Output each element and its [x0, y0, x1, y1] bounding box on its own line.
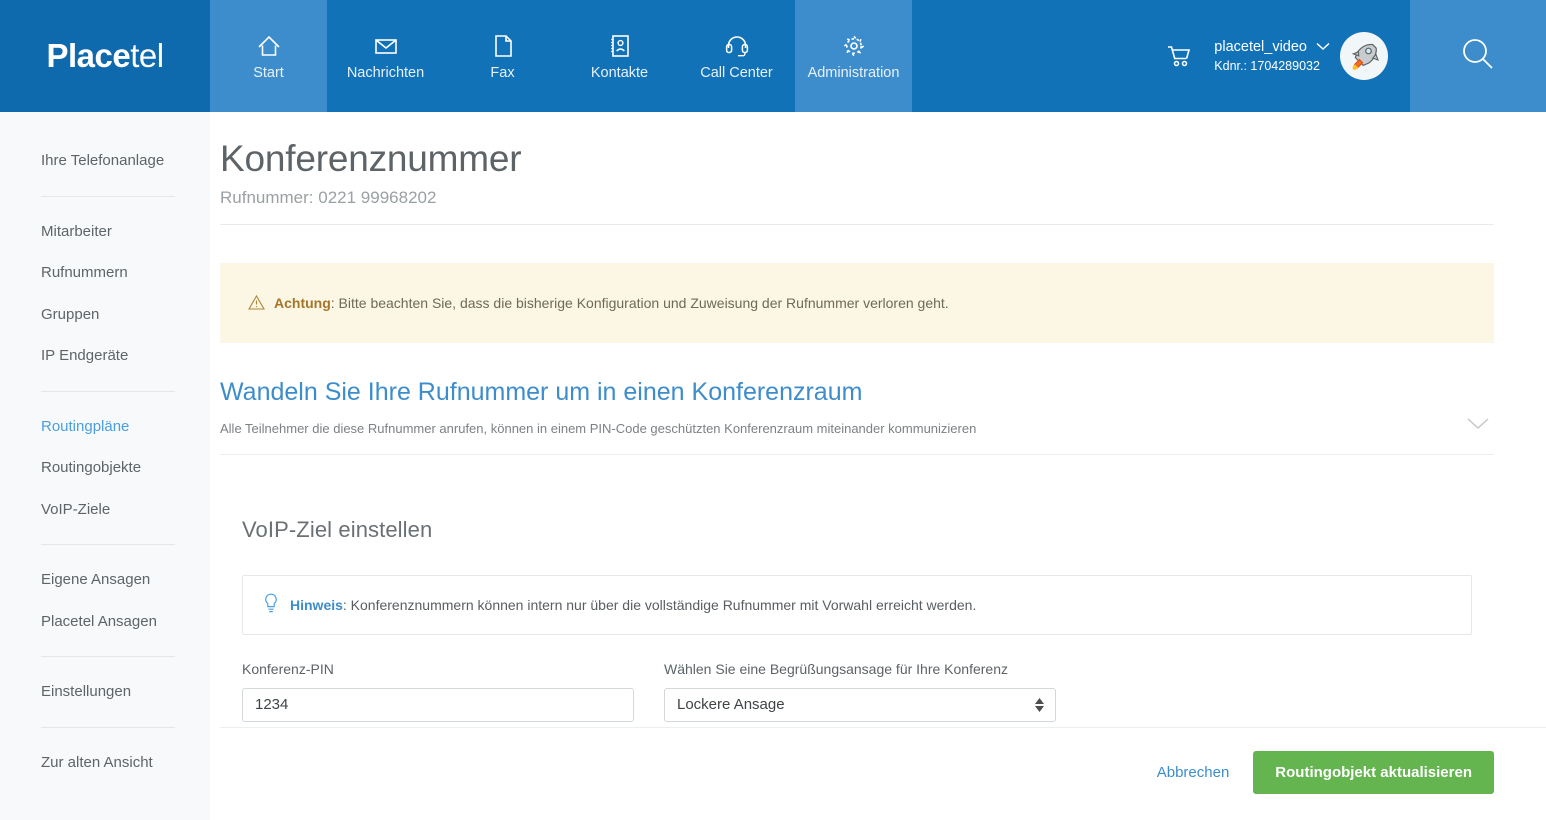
hint-strong: Hinweis	[290, 596, 343, 613]
sidebar-item-zur-alten-ansicht[interactable]: Zur alten Ansicht	[0, 742, 210, 784]
shopping-cart-icon[interactable]	[1148, 0, 1210, 112]
begruessungsansage-select[interactable]: Lockere Ansage	[664, 687, 1056, 722]
envelope-icon	[373, 31, 399, 59]
sidebar-item-einstellungen[interactable]: Einstellungen	[0, 671, 210, 713]
convert-divider	[220, 453, 1494, 455]
convert-section[interactable]: Wandeln Sie Ihre Rufnummer um in einen K…	[220, 377, 1494, 454]
sidebar-item-eigene-ansagen[interactable]: Eigene Ansagen	[0, 559, 210, 601]
page-subtitle: Rufnummer: 0221 99968202	[220, 187, 437, 207]
header-divider	[220, 223, 1494, 225]
chevron-down-icon[interactable]	[1466, 417, 1490, 435]
update-routing-object-button[interactable]: Routingobjekt aktualisieren	[1253, 751, 1494, 794]
logo-text-thin: tel	[130, 37, 164, 74]
warning-triangle-icon	[248, 294, 265, 311]
form-row: Konferenz-PIN Wählen Sie eine Begrüßungs…	[242, 661, 1472, 722]
warning-strong: Achtung	[274, 294, 331, 311]
konferenz-pin-input[interactable]	[242, 687, 634, 722]
begruessungsansage-label: Wählen Sie eine Begrüßungsansage für Ihr…	[664, 660, 1008, 677]
warning-body: : Bitte beachten Sie, dass die bisherige…	[330, 294, 949, 311]
user-name-row: placetel_video	[1214, 39, 1330, 55]
main-content: Konferenznummer Rufnummer: 0221 99968202…	[210, 112, 1546, 820]
top-header-bar: Placetel Start Nachrichten Fax Kontakte …	[0, 0, 1546, 112]
select-stepper-icon	[1035, 697, 1044, 712]
rocket-icon	[1342, 34, 1386, 78]
nav-item-administration[interactable]: Administration	[795, 0, 912, 112]
konferenz-pin-label: Konferenz-PIN	[242, 660, 334, 677]
gear-icon	[841, 31, 867, 59]
field-konferenz-pin: Konferenz-PIN	[242, 661, 634, 722]
sidebar-item-rufnummern[interactable]: Rufnummern	[0, 252, 210, 294]
search-button[interactable]	[1410, 0, 1546, 112]
warning-banner: Achtung: Bitte beachten Sie, dass die bi…	[220, 262, 1494, 343]
nav-label-start: Start	[253, 65, 284, 82]
page-shell: Ihre Telefonanlage Mitarbeiter Rufnummer…	[0, 112, 1546, 820]
nav-item-nachrichten[interactable]: Nachrichten	[327, 0, 444, 112]
main-navigation: Start Nachrichten Fax Kontakte Call Cent	[210, 0, 912, 112]
sidebar: Ihre Telefonanlage Mitarbeiter Rufnummer…	[0, 112, 210, 820]
nav-item-fax[interactable]: Fax	[444, 0, 561, 112]
voip-target-panel: VoIP-Ziel einstellen Hinweis: Konferenzn…	[220, 517, 1494, 722]
page-header: Konferenznummer Rufnummer: 0221 99968202	[220, 112, 1494, 225]
sidebar-item-gruppen[interactable]: Gruppen	[0, 294, 210, 336]
sidebar-item-voip-ziele[interactable]: VoIP-Ziele	[0, 489, 210, 531]
nav-item-call-center[interactable]: Call Center	[678, 0, 795, 112]
begruessungsansage-selected-value: Lockere Ansage	[677, 696, 785, 714]
field-begruessungsansage: Wählen Sie eine Begrüßungsansage für Ihr…	[664, 661, 1056, 722]
topbar-spacer	[912, 0, 1149, 112]
sidebar-divider	[41, 390, 175, 392]
document-icon	[490, 31, 516, 59]
nav-item-start[interactable]: Start	[210, 0, 327, 112]
hint-box: Hinweis: Konferenznummern können intern …	[242, 574, 1472, 635]
page-title: Konferenznummer	[220, 138, 522, 179]
logo-text: Placetel	[46, 37, 164, 75]
sidebar-item-mitarbeiter[interactable]: Mitarbeiter	[0, 211, 210, 253]
placetel-logo[interactable]: Placetel	[0, 0, 210, 112]
user-menu[interactable]: placetel_video Kdnr.: 1704289032	[1210, 39, 1340, 73]
user-customer-number: Kdnr.: 1704289032	[1214, 59, 1320, 73]
warning-text: Achtung: Bitte beachten Sie, dass die bi…	[274, 295, 949, 311]
nav-label-administration: Administration	[807, 65, 900, 82]
sidebar-item-ip-endgeraete[interactable]: IP Endgeräte	[0, 335, 210, 377]
rocket-avatar[interactable]	[1340, 32, 1388, 80]
sidebar-item-telefonanlage[interactable]: Ihre Telefonanlage	[0, 140, 210, 182]
address-book-icon	[607, 31, 633, 59]
sidebar-item-routingobjekte[interactable]: Routingobjekte	[0, 447, 210, 489]
sidebar-divider	[41, 656, 175, 657]
user-name-label: placetel_video	[1214, 39, 1307, 55]
search-icon	[1459, 35, 1497, 78]
cancel-button[interactable]: Abbrechen	[1153, 758, 1234, 787]
nav-item-kontakte[interactable]: Kontakte	[561, 0, 678, 112]
sidebar-divider	[41, 726, 175, 728]
sidebar-item-placetel-ansagen[interactable]: Placetel Ansagen	[0, 601, 210, 643]
convert-heading: Wandeln Sie Ihre Rufnummer um in einen K…	[220, 377, 863, 406]
convert-description: Alle Teilnehmer die diese Rufnummer anru…	[220, 420, 977, 436]
logo-text-bold: Place	[46, 37, 131, 74]
footer-actions: Abbrechen Routingobjekt aktualisieren	[1153, 751, 1494, 794]
footer-divider	[220, 727, 1546, 728]
nav-label-kontakte: Kontakte	[590, 65, 649, 82]
nav-label-nachrichten: Nachrichten	[346, 65, 425, 82]
hint-body: : Konferenznummern können intern nur übe…	[342, 596, 977, 613]
hint-text: Hinweis: Konferenznummern können intern …	[290, 597, 976, 613]
panel-heading: VoIP-Ziel einstellen	[242, 516, 433, 542]
sidebar-divider	[41, 544, 175, 545]
sidebar-divider	[41, 195, 175, 197]
lightbulb-icon	[263, 593, 279, 617]
sidebar-item-routingplaene[interactable]: Routingpläne	[0, 406, 210, 448]
topbar-right-group: placetel_video Kdnr.: 1704289032	[1148, 0, 1546, 112]
chevron-down-icon	[1316, 39, 1330, 55]
headset-icon	[724, 31, 750, 59]
home-icon	[256, 31, 282, 59]
nav-label-fax: Fax	[490, 65, 515, 82]
nav-label-call-center: Call Center	[700, 65, 773, 82]
